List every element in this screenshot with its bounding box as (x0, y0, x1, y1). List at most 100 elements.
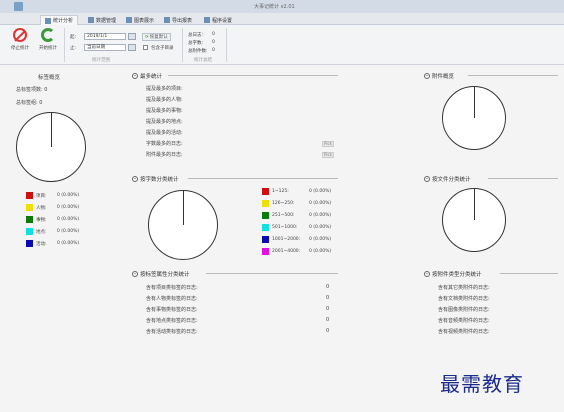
legend-label: 1~125: (272, 189, 289, 194)
tag-attr-row-label: 含有人物类标签的日志: (146, 296, 198, 302)
reset-button[interactable]: ⟳ 恢复默认 (142, 33, 171, 41)
collapse-icon: – (424, 271, 430, 277)
legend-item: 1001~2000: 0 (0.00%) (262, 236, 331, 243)
include-subdirs-checkbox[interactable] (143, 45, 148, 50)
report-icon (164, 17, 170, 23)
tab-charts[interactable]: 图表展示 (122, 15, 158, 25)
most-stat-row: 提及最多的人物: (146, 97, 183, 103)
most-stats-header[interactable]: – 最多统计 (132, 72, 162, 80)
legend-value: 0 (0.00%) (309, 213, 332, 218)
collapse-icon: – (424, 176, 430, 182)
attach-pie-chart (442, 86, 506, 150)
tag-overview-title: 标签概览 (38, 75, 61, 81)
table-icon (88, 17, 94, 23)
legend-item: 501~1000: 0 (0.00%) (262, 224, 331, 231)
settings-icon (204, 17, 210, 23)
tab-export[interactable]: 导出报表 (160, 15, 196, 25)
ribbon: 停止统计 开始统计 起: 2019/1/1 止: 当前日期 ⟳ 恢复默认 包含子目… (0, 25, 564, 65)
title-bar: 大事记统计 v2.01 (0, 0, 564, 13)
most-stat-row: 提及最多的活动: (146, 130, 183, 136)
legend-swatch (262, 248, 269, 255)
ribbon-divider (226, 28, 227, 62)
stop-icon (13, 28, 27, 42)
start-button[interactable]: 开始统计 (36, 28, 60, 51)
tag-attr-row-label: 含有事物类标签的日志: (146, 307, 198, 313)
legend-item: 251~500: 0 (0.00%) (262, 212, 331, 219)
attach-type-stats-header[interactable]: – 按附件类型分类统计 (424, 270, 482, 278)
tab-statistics[interactable]: 统计分析 (40, 15, 79, 25)
calendar-icon[interactable] (128, 44, 136, 51)
legend-item: 126~250: 0 (0.00%) (262, 200, 331, 207)
legend-swatch (26, 240, 33, 247)
refresh-icon (41, 28, 55, 42)
collapse-icon: – (132, 271, 138, 277)
section-divider (188, 178, 338, 179)
from-date-field[interactable]: 2019/1/1 (84, 33, 126, 40)
tag-attr-row-label: 含有地点类标签的日志: (146, 318, 198, 324)
most-stat-row: 字数最多的日志: (146, 141, 183, 147)
watermark: 最需教育 (440, 372, 524, 396)
summary-value: 0 (212, 32, 215, 37)
total-tag-items: 总标签项数: 0 (16, 87, 48, 93)
word-stats-header[interactable]: – 按字数分类统计 (132, 175, 179, 183)
legend-label: 501~1000: (272, 225, 298, 230)
legend-swatch (26, 216, 33, 223)
legend-label: 251~500: (272, 213, 295, 218)
legend-item: 事物: 0 (0.00%) (26, 216, 79, 223)
tag-attr-stats-header[interactable]: – 按标签属性分类统计 (132, 270, 190, 278)
tab-data[interactable]: 数据管理 (84, 15, 120, 25)
legend-label: 2001~4000: (272, 249, 301, 254)
tag-attr-row-label: 含有活动类标签的日志: (146, 329, 198, 335)
funnel-icon (126, 17, 132, 23)
tag-attr-row-value: 0 (326, 295, 330, 301)
summary-label: 总附件数: (188, 49, 208, 54)
legend-label: 项目: (36, 193, 47, 199)
from-label: 起: (70, 35, 77, 40)
file-type-stats-header[interactable]: – 按文件分类统计 (424, 175, 471, 183)
section-divider (206, 273, 338, 274)
pick-button[interactable]: Pick (322, 141, 334, 147)
tag-attr-row-value: 0 (326, 306, 330, 312)
legend-label: 1001~2000: (272, 237, 301, 242)
attach-overview-header[interactable]: – 附件概览 (424, 72, 454, 80)
legend-value: 0 (0.00%) (57, 241, 80, 246)
range-group-caption: 统计范围 (92, 58, 110, 63)
calendar-icon[interactable] (128, 33, 136, 40)
legend-swatch (262, 188, 269, 195)
summary-label: 总字数: (188, 41, 204, 46)
legend-value: 0 (0.00%) (309, 225, 332, 230)
window-title: 大事记统计 v2.01 (254, 4, 295, 10)
pick-button[interactable]: Pick (322, 152, 334, 158)
legend-item: 1~125: 0 (0.00%) (262, 188, 331, 195)
pie-needle (474, 87, 475, 118)
legend-label: 活动: (36, 241, 47, 247)
summary-label: 总日志: (188, 33, 204, 38)
section-divider (500, 273, 558, 274)
legend-value: 0 (0.00%) (57, 229, 80, 234)
to-date-field[interactable]: 当前日期 (84, 44, 126, 51)
tab-settings[interactable]: 程序设置 (200, 15, 236, 25)
tag-attr-row-label: 含有项目类标签的日志: (146, 285, 198, 291)
legend-swatch (262, 224, 269, 231)
pie-needle (183, 191, 184, 225)
legend-item: 人物: 0 (0.00%) (26, 204, 79, 211)
chart-icon (45, 17, 51, 24)
total-tag-groups: 总标签组: 0 (16, 100, 43, 106)
legend-value: 0 (0.00%) (309, 237, 332, 242)
ribbon-tabs: 统计分析 数据管理 图表展示 导出报表 程序设置 (0, 13, 564, 25)
legend-value: 0 (0.00%) (309, 249, 332, 254)
most-stat-row: 提及最多的地点: (146, 119, 183, 125)
legend-label: 地点: (36, 229, 47, 235)
ribbon-divider (64, 28, 65, 62)
include-subdirs-label: 包含子目录 (151, 46, 174, 51)
legend-item: 地点: 0 (0.00%) (26, 228, 79, 235)
most-stat-row: 提及最多的项目: (146, 86, 183, 92)
stop-button[interactable]: 停止统计 (8, 28, 32, 51)
legend-value: 0 (0.00%) (57, 205, 80, 210)
tag-pie-chart (16, 112, 86, 182)
section-divider (168, 75, 338, 76)
legend-label: 事物: (36, 217, 47, 223)
ribbon-divider (182, 28, 183, 62)
section-divider (468, 75, 558, 76)
word-pie-chart (148, 190, 218, 260)
